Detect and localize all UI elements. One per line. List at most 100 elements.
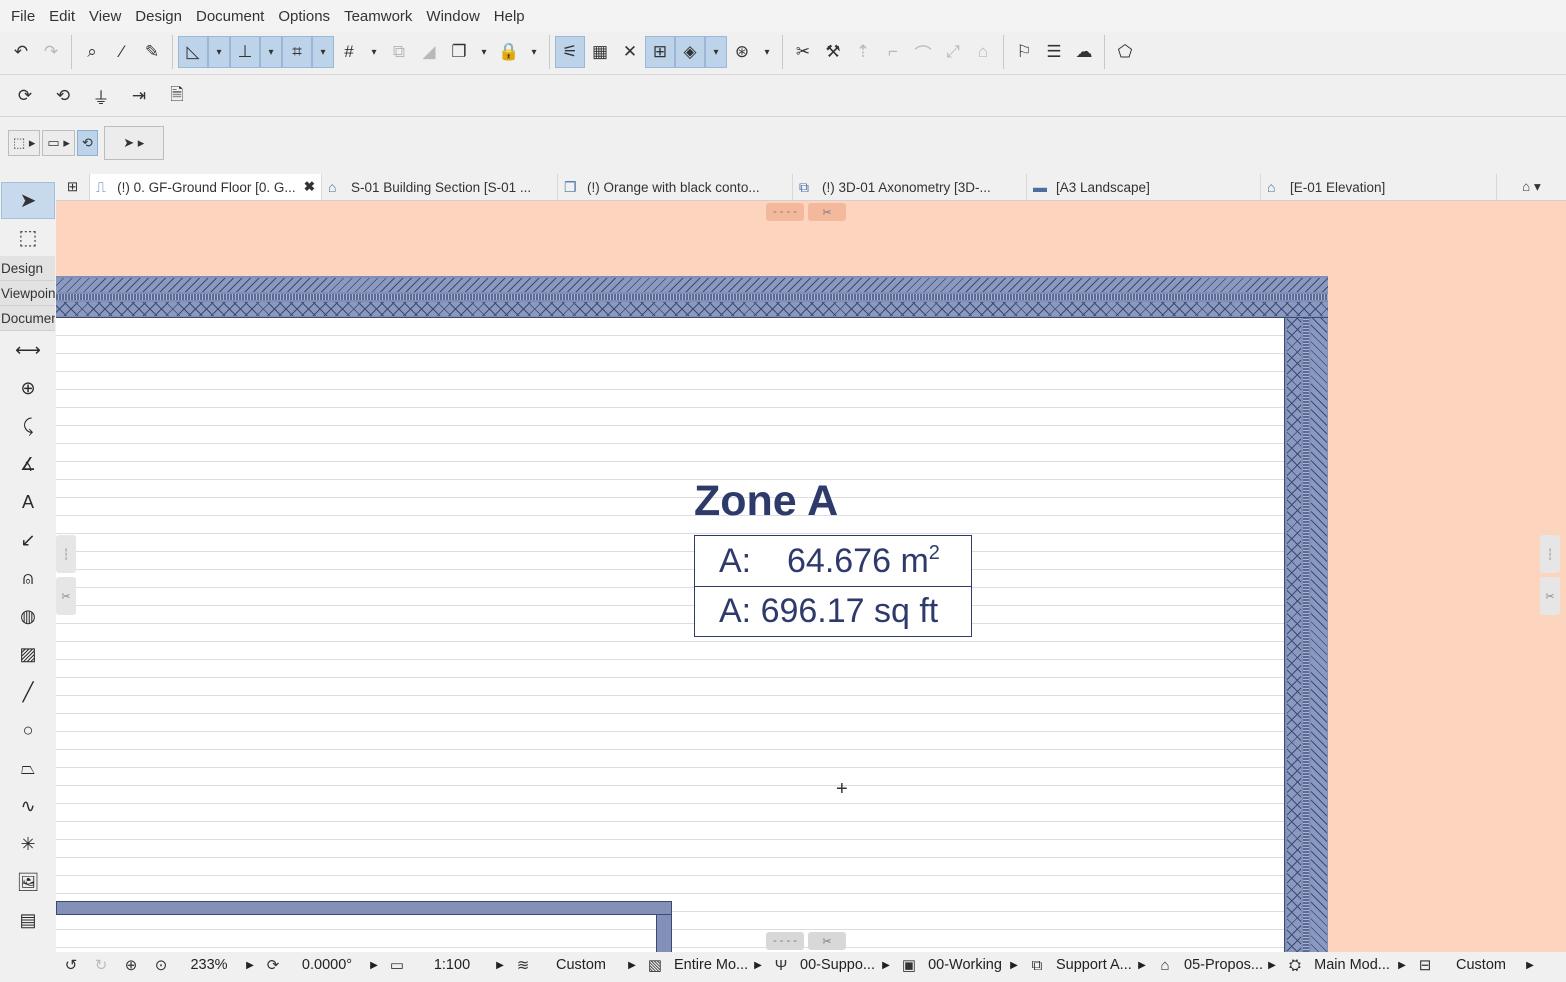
trim-icon[interactable]: ✕ (615, 36, 645, 68)
pick-up-parameters-icon[interactable]: ⁄ (107, 36, 137, 68)
zone-stamp[interactable]: A: 64.676 m2 A: 696.17 sq ft (694, 535, 972, 637)
text-icon[interactable]: A (0, 483, 56, 521)
menu-teamwork[interactable]: Teamwork (337, 8, 419, 25)
send-receive-icon[interactable]: ⟳ (10, 80, 40, 112)
split-view-left-button[interactable]: ┆ (56, 535, 76, 573)
zoom-value[interactable]: 233% (176, 957, 242, 973)
guide-lines-icon[interactable]: ◺ (178, 36, 208, 68)
properties-icon[interactable]: ☰ (1039, 36, 1069, 68)
dimension-icon[interactable]: ▦ (585, 36, 615, 68)
surface-icon[interactable]: ◢ (414, 36, 444, 68)
lock-dropdown-icon[interactable]: ▾ (524, 36, 544, 68)
split-view-bottom-scissor-icon[interactable]: ✂ (808, 932, 846, 950)
zoom-in-icon[interactable]: ⊕ (116, 956, 146, 974)
level-dimension-icon[interactable]: ⤹ (0, 407, 56, 445)
vertical-scrollbar[interactable] (1562, 201, 1566, 952)
angle-dimension-icon[interactable]: ∡ (0, 445, 56, 483)
graphic-override-value[interactable]: 00-Working (924, 957, 1006, 973)
find-select-icon[interactable]: ⌕ (77, 36, 107, 68)
zoom-dropdown-icon[interactable]: ▶ (242, 960, 258, 971)
snap-guides-icon[interactable]: ⊥ (230, 36, 260, 68)
tab-orange-contour[interactable]: ❒ (!) Orange with black conto... (558, 174, 793, 200)
partial-structure-dropdown-icon[interactable]: ▶ (1134, 960, 1150, 971)
linear-dimension-icon[interactable]: ⟷ (0, 331, 56, 369)
display-order-dropdown-icon[interactable]: ▾ (705, 36, 727, 68)
tab-axonometry[interactable]: ⧉ (!) 3D-01 Axonometry [3D-... (793, 174, 1027, 200)
dimension-standard-dropdown-icon[interactable]: ▶ (1522, 960, 1538, 971)
line-icon[interactable]: ╱ (0, 673, 56, 711)
floor-plan-canvas[interactable]: Zone A A: 64.676 m2 A: 696.17 sq ft + - … (56, 201, 1562, 952)
split-view-right-scissor-icon[interactable]: ✂ (1540, 577, 1560, 615)
drawing-icon[interactable]: ▤ (0, 901, 56, 939)
tab-elevation[interactable]: ⌂ [E-01 Elevation] (1261, 174, 1497, 200)
menu-design[interactable]: Design (128, 8, 189, 25)
tab-building-section[interactable]: ⌂ S-01 Building Section [S-01 ... (322, 174, 558, 200)
orientation-dropdown-icon[interactable]: ▶ (366, 960, 382, 971)
split-view-left-scissor-icon[interactable]: ✂ (56, 577, 76, 615)
model-view-options-dropdown-icon[interactable]: ▶ (1394, 960, 1410, 971)
zone-icon[interactable]: ◍ (0, 597, 56, 635)
graphic-override-dropdown-icon[interactable]: ▶ (1006, 960, 1022, 971)
split-icon[interactable]: ✂ (788, 36, 818, 68)
menu-edit[interactable]: Edit (42, 8, 82, 25)
scale-value[interactable]: 1:100 (412, 957, 492, 973)
pen-set-dropdown-icon[interactable]: ▶ (878, 960, 894, 971)
menu-options[interactable]: Options (271, 8, 337, 25)
grid-snap-dropdown-icon[interactable]: ▾ (364, 36, 384, 68)
grid-snap-icon[interactable]: # (334, 36, 364, 68)
structure-display-dropdown-icon[interactable]: ▶ (750, 960, 766, 971)
document-icon[interactable]: 🗎 (162, 80, 192, 112)
polyline-icon[interactable]: ⏢ (0, 749, 56, 787)
solid-operations-dropdown-icon[interactable]: ▾ (757, 36, 777, 68)
palette-viewpoint[interactable]: Viewpoint (0, 281, 55, 306)
export-icon[interactable]: ⇥ (124, 80, 154, 112)
close-icon[interactable]: ✖ (304, 179, 315, 195)
guide-lines-dropdown-icon[interactable]: ▾ (208, 36, 230, 68)
menu-help[interactable]: Help (487, 8, 532, 25)
display-order-icon[interactable]: ◈ (675, 36, 705, 68)
wall-top[interactable] (56, 276, 1328, 318)
circle-icon[interactable]: ○ (0, 711, 56, 749)
fit-in-window-icon[interactable]: ⊙ (146, 956, 176, 974)
wall-right[interactable] (1284, 318, 1328, 952)
arrow-select-icon[interactable]: ➤ (1, 182, 55, 219)
pen-set-value[interactable]: 00-Suppo... (796, 957, 878, 973)
redo-icon[interactable]: ↷ (36, 36, 66, 68)
roof-icon[interactable]: ⌂ (968, 36, 998, 68)
palette-design[interactable]: Design (0, 256, 55, 281)
arrow-tool-button[interactable]: ➤ ▸ (103, 126, 164, 160)
split-view-top-scissor-icon[interactable]: ✂ (808, 203, 846, 221)
trace-dropdown-icon[interactable]: ▾ (474, 36, 494, 68)
split-view-right-button[interactable]: ┆ (1540, 535, 1560, 573)
undo-icon[interactable]: ↶ (6, 36, 36, 68)
scale-dropdown-icon[interactable]: ▶ (492, 960, 508, 971)
wall-bottom[interactable] (56, 901, 672, 915)
spline-icon[interactable]: ∿ (0, 787, 56, 825)
inject-parameters-icon[interactable]: ✎ (137, 36, 167, 68)
adjust-icon[interactable]: ⚒ (818, 36, 848, 68)
snap-guides-dropdown-icon[interactable]: ▾ (260, 36, 282, 68)
menu-window[interactable]: Window (419, 8, 486, 25)
renovation-filter-value[interactable]: 05-Propos... (1180, 957, 1264, 973)
rotate-marquee-button[interactable]: ⟲ (76, 130, 98, 156)
tracker-dropdown-icon[interactable]: ▾ (312, 36, 334, 68)
zoom-previous-icon[interactable]: ↺ (56, 956, 86, 974)
marquee-rect-button[interactable]: ▭ ▸ (42, 130, 75, 156)
figure-icon[interactable]: 🖼 (0, 863, 56, 901)
menu-document[interactable]: Document (189, 8, 271, 25)
dimension-standard-value[interactable]: Custom (1440, 957, 1522, 973)
resize-icon[interactable]: ⤢ (938, 36, 968, 68)
group-icon[interactable]: ⊞ (645, 36, 675, 68)
layer-combination-value[interactable]: Custom (538, 957, 624, 973)
partial-structure-value[interactable]: Support A... (1052, 957, 1134, 973)
split-view-top-button[interactable]: - - - - (766, 203, 804, 221)
wall-bottom-corner[interactable] (656, 915, 672, 952)
zone-name[interactable]: Zone A (694, 477, 838, 526)
fill-icon[interactable]: ▨ (0, 635, 56, 673)
palette-document[interactable]: Document (0, 306, 55, 331)
zoom-next-icon[interactable]: ↻ (86, 956, 116, 974)
marquee-polygon-button[interactable]: ⬚ ▸ (8, 130, 41, 156)
elevate-icon[interactable]: ⇡ (848, 36, 878, 68)
radial-dimension-icon[interactable]: ⊕ (0, 369, 56, 407)
renovation-filter-dropdown-icon[interactable]: ▶ (1264, 960, 1280, 971)
